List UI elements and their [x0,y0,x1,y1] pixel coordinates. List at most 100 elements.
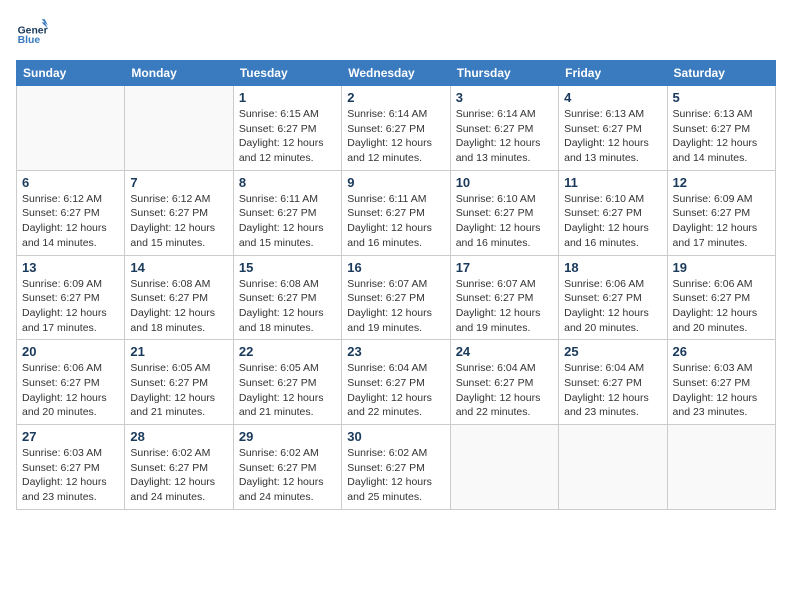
day-info: Sunrise: 6:14 AMSunset: 6:27 PMDaylight:… [347,107,444,166]
day-info: Sunrise: 6:04 AMSunset: 6:27 PMDaylight:… [456,361,553,420]
day-number: 29 [239,429,336,444]
calendar-cell: 1 Sunrise: 6:15 AMSunset: 6:27 PMDaylight… [233,86,341,171]
calendar-cell: 18Sunrise: 6:06 AMSunset: 6:27 PMDayligh… [559,255,667,340]
calendar-header: SundayMondayTuesdayWednesdayThursdayFrid… [17,61,776,86]
calendar-cell: 13 Sunrise: 6:09 AMSunset: 6:27 PMDayligh… [17,255,125,340]
day-number: 8 [239,175,336,190]
day-info: Sunrise: 6:14 AMSunset: 6:27 PMDaylight:… [456,107,553,166]
weekday-header: Tuesday [233,61,341,86]
day-number: 26 [673,344,770,359]
calendar-cell [450,425,558,510]
svg-text:Blue: Blue [18,35,41,46]
calendar-cell: 14Sunrise: 6:08 AMSunset: 6:27 PMDayligh… [125,255,233,340]
calendar-table: SundayMondayTuesdayWednesdayThursdayFrid… [16,60,776,510]
day-number: 2 [347,90,444,105]
logo-icon: General Blue [16,16,48,48]
day-number: 12 [673,175,770,190]
day-info: Sunrise: 6:02 AMSunset: 6:27 PMDaylight:… [130,446,227,505]
day-number: 21 [130,344,227,359]
day-number: 16 [347,260,444,275]
weekday-header: Wednesday [342,61,450,86]
day-number: 24 [456,344,553,359]
calendar-cell: 11 Sunrise: 6:10 AMSunset: 6:27 PMDayligh… [559,170,667,255]
day-number: 27 [22,429,119,444]
calendar-cell: 26 Sunrise: 6:03 AMSunset: 6:27 PMDayligh… [667,340,775,425]
calendar-cell: 12 Sunrise: 6:09 AMSunset: 6:27 PMDayligh… [667,170,775,255]
calendar-cell: 5 Sunrise: 6:13 AMSunset: 6:27 PMDaylight… [667,86,775,171]
calendar-cell: 21 Sunrise: 6:05 AMSunset: 6:27 PMDayligh… [125,340,233,425]
day-number: 5 [673,90,770,105]
calendar-cell: 3 Sunrise: 6:14 AMSunset: 6:27 PMDaylight… [450,86,558,171]
calendar-cell: 9Sunrise: 6:11 AMSunset: 6:27 PMDaylight… [342,170,450,255]
calendar-week-row: 6 Sunrise: 6:12 AMSunset: 6:27 PMDaylight… [17,170,776,255]
day-number: 6 [22,175,119,190]
day-number: 3 [456,90,553,105]
day-info: Sunrise: 6:12 AMSunset: 6:27 PMDaylight:… [22,192,119,251]
day-info: Sunrise: 6:05 AMSunset: 6:27 PMDaylight:… [130,361,227,420]
day-info: Sunrise: 6:10 AMSunset: 6:27 PMDaylight:… [564,192,661,251]
day-number: 11 [564,175,661,190]
calendar-cell: 25 Sunrise: 6:04 AMSunset: 6:27 PMDayligh… [559,340,667,425]
calendar-week-row: 1 Sunrise: 6:15 AMSunset: 6:27 PMDaylight… [17,86,776,171]
day-number: 23 [347,344,444,359]
day-number: 17 [456,260,553,275]
day-info: Sunrise: 6:06 AMSunset: 6:27 PMDaylight:… [673,277,770,336]
weekday-header: Friday [559,61,667,86]
day-info: Sunrise: 6:03 AMSunset: 6:27 PMDaylight:… [22,446,119,505]
day-info: Sunrise: 6:11 AMSunset: 6:27 PMDaylight:… [239,192,336,251]
calendar-cell: 23 Sunrise: 6:04 AMSunset: 6:27 PMDayligh… [342,340,450,425]
calendar-cell: 28 Sunrise: 6:02 AMSunset: 6:27 PMDayligh… [125,425,233,510]
day-info: Sunrise: 6:08 AMSunset: 6:27 PMDaylight:… [130,277,227,336]
calendar-cell: 29Sunrise: 6:02 AMSunset: 6:27 PMDayligh… [233,425,341,510]
calendar-week-row: 13 Sunrise: 6:09 AMSunset: 6:27 PMDayligh… [17,255,776,340]
day-info: Sunrise: 6:04 AMSunset: 6:27 PMDaylight:… [347,361,444,420]
day-number: 4 [564,90,661,105]
day-number: 25 [564,344,661,359]
day-number: 10 [456,175,553,190]
weekday-header: Thursday [450,61,558,86]
calendar-cell: 16 Sunrise: 6:07 AMSunset: 6:27 PMDayligh… [342,255,450,340]
day-info: Sunrise: 6:07 AMSunset: 6:27 PMDaylight:… [347,277,444,336]
day-info: Sunrise: 6:02 AMSunset: 6:27 PMDaylight:… [347,446,444,505]
weekday-header: Monday [125,61,233,86]
calendar-cell [667,425,775,510]
day-info: Sunrise: 6:04 AMSunset: 6:27 PMDaylight:… [564,361,661,420]
day-info: Sunrise: 6:15 AMSunset: 6:27 PMDaylight:… [239,107,336,166]
calendar-cell: 24 Sunrise: 6:04 AMSunset: 6:27 PMDayligh… [450,340,558,425]
calendar-week-row: 27 Sunrise: 6:03 AMSunset: 6:27 PMDayligh… [17,425,776,510]
calendar-cell: 30 Sunrise: 6:02 AMSunset: 6:27 PMDayligh… [342,425,450,510]
calendar-cell: 10 Sunrise: 6:10 AMSunset: 6:27 PMDayligh… [450,170,558,255]
calendar-cell: 15Sunrise: 6:08 AMSunset: 6:27 PMDayligh… [233,255,341,340]
calendar-cell: 19 Sunrise: 6:06 AMSunset: 6:27 PMDayligh… [667,255,775,340]
day-number: 20 [22,344,119,359]
weekday-header: Sunday [17,61,125,86]
calendar-cell [559,425,667,510]
logo: General Blue [16,16,54,48]
day-number: 28 [130,429,227,444]
day-number: 19 [673,260,770,275]
day-info: Sunrise: 6:06 AMSunset: 6:27 PMDaylight:… [564,277,661,336]
day-info: Sunrise: 6:13 AMSunset: 6:27 PMDaylight:… [673,107,770,166]
day-number: 13 [22,260,119,275]
calendar-cell: 6 Sunrise: 6:12 AMSunset: 6:27 PMDaylight… [17,170,125,255]
day-number: 30 [347,429,444,444]
calendar-cell: 27 Sunrise: 6:03 AMSunset: 6:27 PMDayligh… [17,425,125,510]
day-info: Sunrise: 6:07 AMSunset: 6:27 PMDaylight:… [456,277,553,336]
calendar-cell: 22Sunrise: 6:05 AMSunset: 6:27 PMDayligh… [233,340,341,425]
day-info: Sunrise: 6:10 AMSunset: 6:27 PMDaylight:… [456,192,553,251]
day-number: 22 [239,344,336,359]
day-info: Sunrise: 6:13 AMSunset: 6:27 PMDaylight:… [564,107,661,166]
day-info: Sunrise: 6:09 AMSunset: 6:27 PMDaylight:… [22,277,119,336]
day-info: Sunrise: 6:08 AMSunset: 6:27 PMDaylight:… [239,277,336,336]
day-info: Sunrise: 6:09 AMSunset: 6:27 PMDaylight:… [673,192,770,251]
calendar-cell: 2 Sunrise: 6:14 AMSunset: 6:27 PMDaylight… [342,86,450,171]
calendar-cell: 8 Sunrise: 6:11 AMSunset: 6:27 PMDaylight… [233,170,341,255]
calendar-cell: 17 Sunrise: 6:07 AMSunset: 6:27 PMDayligh… [450,255,558,340]
day-number: 1 [239,90,336,105]
day-number: 9 [347,175,444,190]
calendar-cell: 4 Sunrise: 6:13 AMSunset: 6:27 PMDaylight… [559,86,667,171]
day-number: 7 [130,175,227,190]
day-info: Sunrise: 6:06 AMSunset: 6:27 PMDaylight:… [22,361,119,420]
day-info: Sunrise: 6:03 AMSunset: 6:27 PMDaylight:… [673,361,770,420]
calendar-cell [125,86,233,171]
